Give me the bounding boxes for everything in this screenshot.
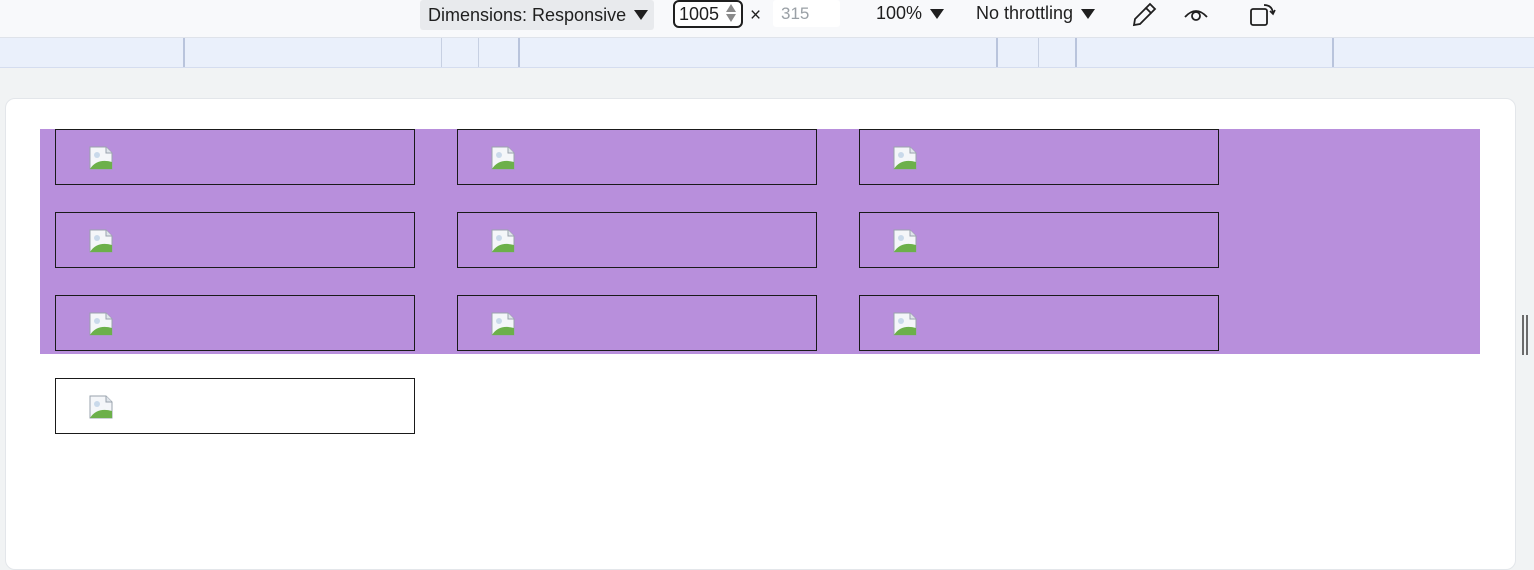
grid-item (457, 212, 817, 268)
width-spinner[interactable] (726, 4, 736, 22)
grid-item (859, 129, 1219, 185)
zoom-dropdown[interactable]: 100% (876, 3, 945, 24)
grid-item (55, 129, 415, 185)
dimensions-dropdown[interactable]: Dimensions: Responsive (420, 0, 654, 30)
resize-handle[interactable] (1522, 315, 1530, 355)
broken-image-icon (893, 146, 917, 170)
media-query-ruler[interactable] (0, 38, 1534, 68)
width-input[interactable]: 1005 (673, 0, 743, 28)
chevron-down-icon (634, 10, 649, 20)
grid-item (859, 212, 1219, 268)
ruler-tick (1075, 38, 1077, 67)
width-value: 1005 (679, 3, 720, 24)
ruler-tick (441, 38, 442, 67)
eyedropper-icon[interactable] (1130, 1, 1158, 29)
broken-image-icon (893, 229, 917, 253)
chevron-down-icon (1081, 8, 1096, 19)
grid-item (55, 378, 415, 434)
broken-image-icon (89, 312, 113, 336)
ruler-tick (478, 38, 479, 67)
throttling-dropdown[interactable]: No throttling (976, 3, 1096, 24)
dimensions-label: Dimensions: Responsive (428, 4, 627, 25)
times-sign: × (750, 5, 762, 26)
spin-up-icon[interactable] (726, 4, 736, 12)
grid-item (457, 295, 817, 351)
ruler-tick (996, 38, 998, 67)
ruler-tick (183, 38, 185, 67)
broken-image-icon (893, 312, 917, 336)
broken-image-icon (89, 395, 113, 419)
grid-item (457, 129, 817, 185)
broken-image-icon (89, 146, 113, 170)
ruler-tick (518, 38, 520, 67)
broken-image-icon (491, 312, 515, 336)
ruler-tick (1038, 38, 1039, 67)
throttle-label: No throttling (976, 3, 1074, 23)
height-placeholder: 315 (781, 3, 810, 23)
grid-item (55, 212, 415, 268)
grid-item (55, 295, 415, 351)
zoom-label: 100% (876, 3, 923, 23)
device-toolbar: Dimensions: Responsive 1005 × 315 100% N… (0, 0, 1534, 38)
broken-image-icon (89, 229, 113, 253)
grid-item (859, 295, 1219, 351)
eye-icon[interactable] (1182, 1, 1210, 29)
rotate-device-icon[interactable] (1248, 1, 1276, 29)
chevron-down-icon (930, 8, 945, 19)
ruler-tick (1332, 38, 1334, 67)
spin-down-icon[interactable] (726, 14, 736, 22)
broken-image-icon (491, 146, 515, 170)
broken-image-icon (491, 229, 515, 253)
height-input[interactable]: 315 (773, 0, 840, 27)
